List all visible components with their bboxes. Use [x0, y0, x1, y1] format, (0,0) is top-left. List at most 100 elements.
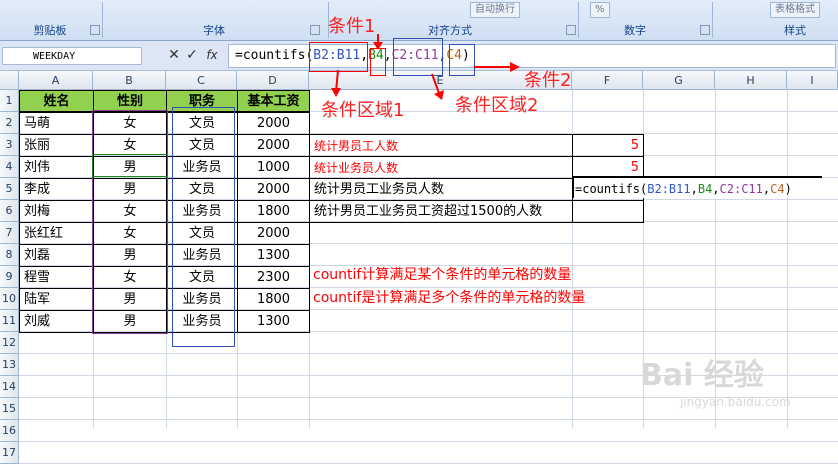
table-cell[interactable]: 刘威: [19, 310, 94, 333]
row-header-13[interactable]: 13: [0, 354, 19, 376]
group-styles: 样式: [784, 24, 806, 37]
table-cell[interactable]: 2000: [237, 134, 310, 157]
table-cell[interactable]: 2000: [237, 222, 310, 245]
edit-part: ): [784, 182, 792, 196]
cell-f5-editing[interactable]: =countifs(B2:B11,B4,C2:C11,C4): [572, 176, 822, 198]
edit-ref-range2: C2:C11: [719, 182, 763, 196]
row-header-14[interactable]: 14: [0, 376, 19, 398]
group-font: 字体: [203, 24, 225, 37]
row-header-3[interactable]: 3: [0, 134, 19, 156]
stats-value-cell[interactable]: [572, 200, 644, 223]
column-header-a[interactable]: A: [19, 71, 93, 90]
annot-box-range1: [309, 42, 368, 72]
column-header-b[interactable]: B: [93, 71, 166, 90]
stats-value-cell[interactable]: 5: [572, 134, 644, 157]
edit-part: ,: [690, 182, 698, 196]
font-launcher-icon[interactable]: [310, 25, 320, 35]
cond-highlight-b4: [92, 154, 168, 177]
table-cell[interactable]: 2300: [237, 266, 310, 289]
row-header-2[interactable]: 2: [0, 112, 19, 134]
edit-part: ,: [712, 182, 720, 196]
column-header-c[interactable]: C: [166, 71, 237, 90]
stats-label-cell[interactable]: 统计男员工人数: [309, 134, 573, 157]
table-cell[interactable]: 陆军: [19, 288, 94, 311]
column-header-i[interactable]: I: [787, 71, 838, 90]
ribbon: 自动换行 % 表格格式 剪贴板 字体 对齐方式 数字 样式: [0, 0, 838, 41]
annot-range1: 条件区域1: [321, 100, 405, 121]
row-header-9[interactable]: 9: [0, 266, 19, 288]
separator: [578, 2, 579, 38]
row-header-1[interactable]: 1: [0, 90, 19, 112]
edit-ref-range1: B2:B11: [647, 182, 691, 196]
table-cell[interactable]: 1000: [237, 156, 310, 179]
table-cell[interactable]: 刘梅: [19, 200, 94, 223]
table-cell[interactable]: 刘伟: [19, 156, 94, 179]
group-number: 数字: [624, 24, 646, 37]
table-cell[interactable]: 1800: [237, 200, 310, 223]
range-highlight-c2-c11: [172, 107, 235, 347]
table-header-cell[interactable]: 基本工资: [237, 90, 310, 112]
annot-cond1: 条件1: [328, 16, 376, 37]
edit-part: =countifs(: [575, 182, 648, 196]
name-box[interactable]: WEEKDAY: [2, 47, 142, 65]
watermark-logo: Bai 经验: [640, 358, 764, 393]
row-header-7[interactable]: 7: [0, 222, 19, 244]
table-cell[interactable]: 李成: [19, 178, 94, 201]
note-line-1: countif计算满足某个条件的单元格的数量: [313, 267, 572, 283]
separator: [712, 2, 713, 38]
annot-box-cond1: [370, 48, 386, 76]
table-header-cell[interactable]: 姓名: [19, 90, 94, 112]
table-cell[interactable]: 程雪: [19, 266, 94, 289]
column-header-h[interactable]: H: [715, 71, 787, 90]
stats-label-cell[interactable]: 统计业务员人数: [309, 156, 573, 179]
row-header-12[interactable]: 12: [0, 332, 19, 354]
table-cell[interactable]: 1800: [237, 288, 310, 311]
alignment-launcher-icon[interactable]: [566, 25, 576, 35]
row-header-6[interactable]: 6: [0, 200, 19, 222]
annot-box-cond2: [449, 44, 475, 76]
group-clipboard: 剪贴板: [33, 24, 67, 37]
row-header-4[interactable]: 4: [0, 156, 19, 178]
wrap-text-button[interactable]: 自动换行: [470, 2, 520, 18]
enter-icon[interactable]: ✓: [184, 46, 200, 64]
table-cell[interactable]: 刘磊: [19, 244, 94, 267]
row-header-15[interactable]: 15: [0, 398, 19, 420]
edit-ref-cond1: B4: [697, 182, 713, 196]
number-launcher-icon[interactable]: [700, 25, 710, 35]
grid-line: [787, 90, 788, 428]
stats-label-cell[interactable]: 统计男员工业务员人数: [309, 178, 573, 201]
format-as-table-button[interactable]: 表格格式: [770, 2, 820, 18]
table-cell[interactable]: 1300: [237, 310, 310, 333]
watermark-url: jingyan.baidu.com: [680, 395, 791, 409]
table-cell[interactable]: 马萌: [19, 112, 94, 135]
insert-function-icon[interactable]: fx: [204, 46, 220, 64]
range-highlight-b2-b11: [92, 110, 168, 334]
table-cell[interactable]: 1300: [237, 244, 310, 267]
row-header-16[interactable]: 16: [0, 420, 19, 442]
column-header-d[interactable]: D: [237, 71, 309, 90]
cancel-icon[interactable]: ✕: [166, 46, 182, 64]
column-header-g[interactable]: G: [643, 71, 715, 90]
table-header-cell[interactable]: 性别: [93, 90, 167, 112]
select-all-corner[interactable]: [0, 71, 19, 90]
row-header-11[interactable]: 11: [0, 310, 19, 332]
table-cell[interactable]: 张红红: [19, 222, 94, 245]
table-cell[interactable]: 2000: [237, 178, 310, 201]
row-header-10[interactable]: 10: [0, 288, 19, 310]
row-header-17[interactable]: 17: [0, 442, 19, 464]
arrow-head: [434, 90, 444, 100]
table-cell[interactable]: 2000: [237, 112, 310, 135]
clipboard-launcher-icon[interactable]: [90, 25, 100, 35]
formula-part: =countifs(: [235, 48, 314, 63]
separator: [102, 2, 103, 38]
grid-line: [19, 441, 838, 442]
row-header-5[interactable]: 5: [0, 178, 19, 200]
annot-cond2: 条件2: [524, 70, 572, 91]
table-cell[interactable]: 张丽: [19, 134, 94, 157]
column-header-f[interactable]: F: [572, 71, 643, 90]
row-header-8[interactable]: 8: [0, 244, 19, 266]
annot-box-range2: [393, 38, 443, 76]
note-line-2: countif是计算满足多个条件的单元格的数量: [313, 290, 586, 306]
stats-label-cell[interactable]: 统计男员工业务员工资超过1500的人数: [309, 200, 573, 223]
percent-button[interactable]: %: [590, 2, 610, 18]
